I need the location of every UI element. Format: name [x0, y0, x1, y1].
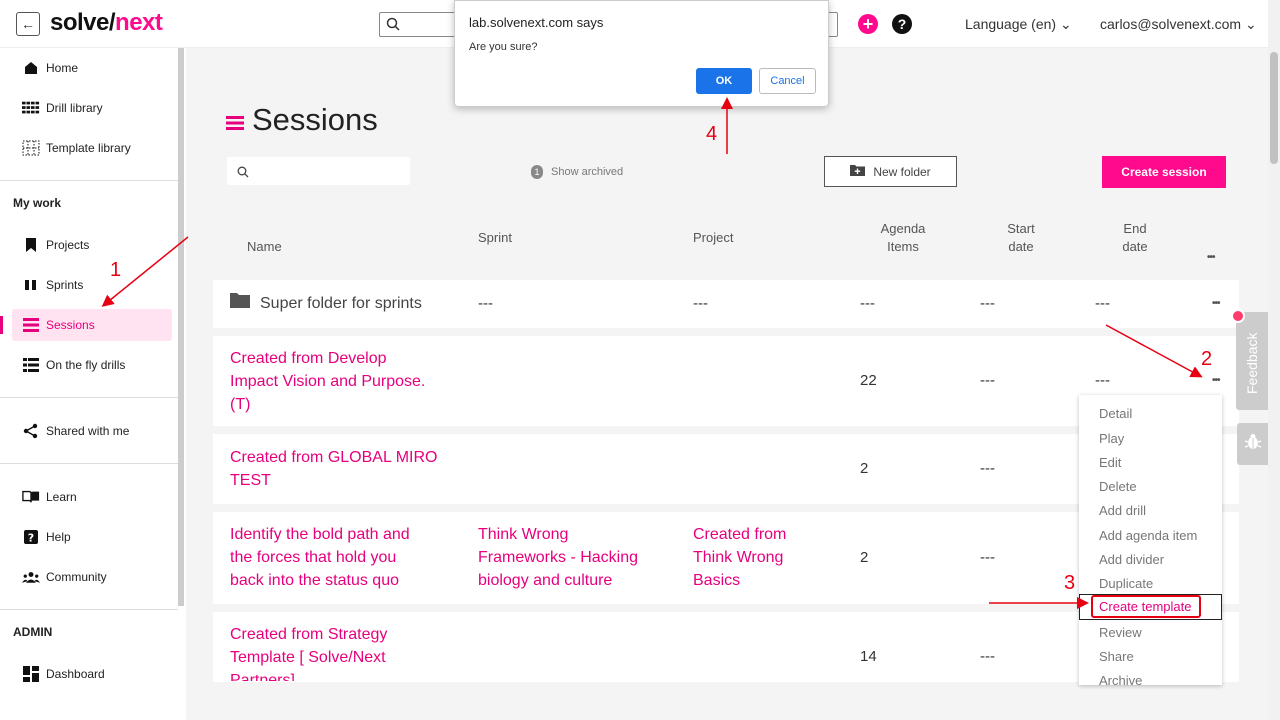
- page-scrollbar[interactable]: [1268, 0, 1280, 720]
- annotation-number-1: 1: [110, 259, 122, 281]
- annotation-number-2: 2: [1201, 348, 1213, 370]
- annotation-number-3: 3: [1064, 572, 1076, 594]
- annotation-arrow-2: [1105, 324, 1203, 378]
- annotation-number-4: 4: [706, 123, 718, 145]
- scrollbar-thumb[interactable]: [1270, 52, 1278, 164]
- annotation-arrows: [101, 97, 1203, 609]
